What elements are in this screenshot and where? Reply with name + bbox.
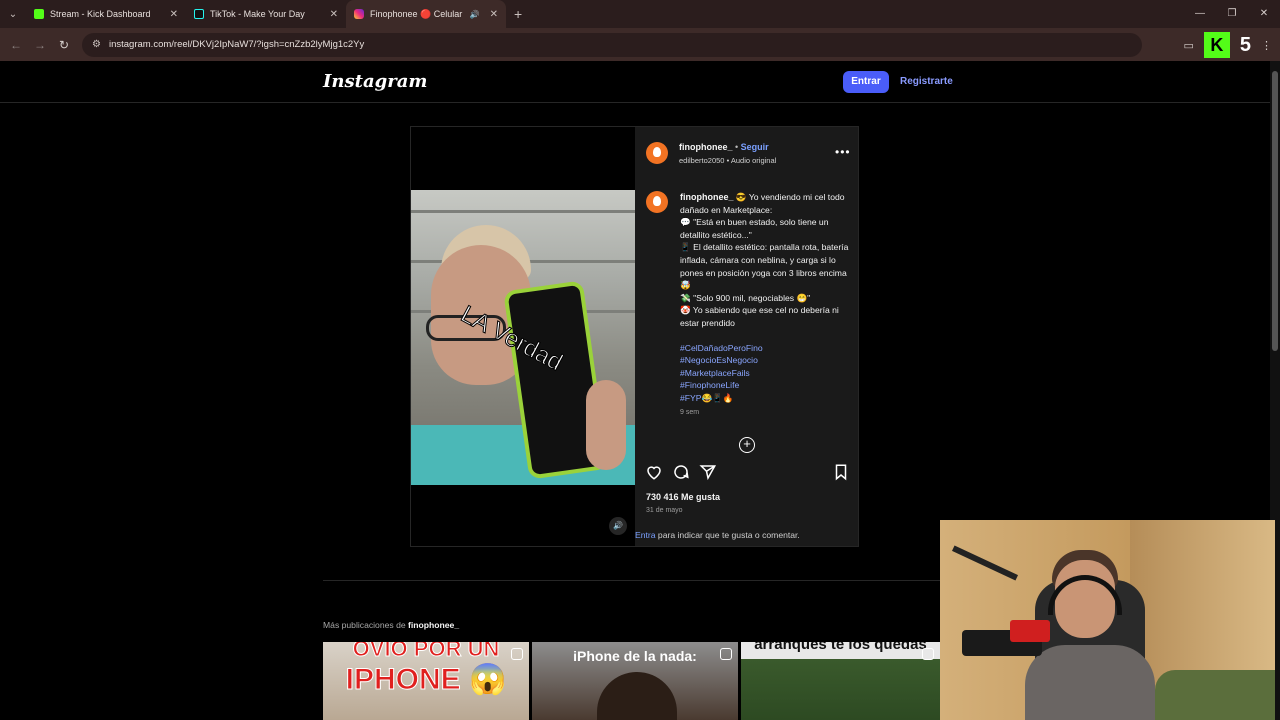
menu-kebab-icon[interactable]: ⋮: [1261, 39, 1272, 52]
more-posts-username[interactable]: finophonee_: [408, 620, 459, 630]
back-arrow-icon[interactable]: ←: [4, 38, 28, 52]
tab-search-chevron-icon[interactable]: ⌄: [0, 0, 26, 28]
reel-icon: [922, 648, 934, 660]
more-options-icon[interactable]: •••: [835, 145, 851, 159]
new-tab-plus-icon[interactable]: +: [514, 6, 522, 22]
instagram-logo[interactable]: Instagram: [323, 71, 427, 92]
reel-video[interactable]: LA Verdad 🔊: [411, 127, 635, 546]
login-hint: Entra para indicar que te gusta o coment…: [635, 530, 858, 540]
webcam-overlay: [940, 520, 1275, 720]
browser-tab-bar: ⌄ Stream - Kick Dashboard ✕ TikTok - Mak…: [0, 0, 1280, 28]
tab-tiktok[interactable]: TikTok - Make Your Day ✕: [186, 0, 346, 28]
bed: [1155, 670, 1275, 720]
extension-counter[interactable]: 5: [1240, 34, 1251, 57]
close-window-icon[interactable]: ✕: [1248, 0, 1280, 28]
avatar[interactable]: [646, 142, 668, 164]
hand: [586, 380, 626, 470]
hashtag-link[interactable]: #FYP😂📱🔥: [680, 392, 850, 405]
minimize-icon[interactable]: —: [1184, 0, 1216, 28]
instagram-header: Instagram Entrar Registrarte: [0, 61, 1270, 103]
caption-line: 💬 "Está en buen estado, solo tiene un de…: [680, 217, 829, 240]
video-frame: LA Verdad: [411, 190, 635, 485]
toolbar-extensions: ▭ K 5 ⋮: [1183, 32, 1272, 58]
thumb-caption: IPHONE 😱: [345, 663, 507, 697]
login-link[interactable]: Entra: [635, 530, 656, 540]
more-posts-label: Más publicaciones de: [323, 620, 409, 630]
hashtag-link[interactable]: #NegocioEsNegocio: [680, 354, 850, 367]
more-posts-heading: Más publicaciones de finophonee_: [323, 620, 459, 630]
kick-favicon-icon: [34, 9, 44, 19]
audio-info: edilberto2050 • Audio original: [679, 156, 777, 165]
mic-filter: [1010, 620, 1050, 642]
audio-user[interactable]: edilberto2050: [679, 156, 724, 165]
heart-icon[interactable]: [645, 463, 663, 481]
caption-line: 📱 El detallito estético: pantalla rota, …: [680, 242, 849, 291]
url-text: instagram.com/reel/DKVj2IpNaW7/?igsh=cnZ…: [108, 39, 365, 50]
tab-instagram[interactable]: Finophonee 🔴 Celular 🔊 ✕: [346, 0, 506, 28]
post-thumbnail[interactable]: arranques te los quedas: [741, 642, 940, 720]
section-divider: [323, 580, 947, 581]
reel-post: LA Verdad 🔊 finophonee_ • Seguir edilber…: [410, 126, 859, 547]
comment-icon[interactable]: [672, 463, 690, 481]
login-hint-text: para indicar que te gusta o comentar.: [655, 530, 800, 540]
address-bar-row: ← → ↻ ⚙ instagram.com/reel/DKVj2IpNaW7/?…: [0, 28, 1280, 61]
hashtag-link[interactable]: #MarketplaceFails: [680, 367, 850, 380]
speaker-icon[interactable]: 🔊: [470, 10, 480, 19]
tab-kick-dashboard[interactable]: Stream - Kick Dashboard ✕: [26, 0, 186, 28]
hashtag-link[interactable]: #FinophoneLife: [680, 379, 850, 392]
forward-arrow-icon[interactable]: →: [28, 38, 52, 52]
post-thumbnail[interactable]: OVIO POR UN IPHONE 😱: [323, 642, 529, 720]
post-age: 9 sem: [680, 409, 700, 416]
thumb-caption-top: OVIO POR UN: [352, 642, 500, 662]
share-icon[interactable]: [699, 463, 717, 481]
caption-line: 🤡 Yo sabiendo que ese cel no debería ni …: [680, 305, 839, 328]
scrollbar-thumb[interactable]: [1272, 71, 1278, 351]
like-count[interactable]: 730 416 Me gusta: [646, 492, 720, 502]
register-link[interactable]: Registrarte: [900, 76, 953, 87]
post-thumbnail[interactable]: iPhone de la nada:: [532, 642, 738, 720]
caption-avatar[interactable]: [646, 191, 668, 213]
restore-icon[interactable]: ❐: [1216, 0, 1248, 28]
close-tab-icon[interactable]: ✕: [170, 9, 178, 20]
instagram-favicon-icon: [354, 9, 364, 19]
hashtag-link[interactable]: #CelDañadoPeroFino: [680, 342, 850, 355]
post-header-user: finophonee_ • Seguir: [679, 142, 769, 152]
thumb-caption: arranques te los quedas: [754, 642, 927, 653]
audio-label[interactable]: Audio original: [731, 156, 776, 165]
tab-title: Stream - Kick Dashboard: [50, 9, 151, 19]
bookmark-icon[interactable]: [832, 463, 850, 481]
url-field[interactable]: ⚙ instagram.com/reel/DKVj2IpNaW7/?igsh=c…: [82, 32, 1142, 57]
streamer-body: [1025, 645, 1155, 720]
post-caption: finophonee_ 😎 Yo vendiendo mi cel todo d…: [680, 191, 850, 405]
site-info-icon[interactable]: ⚙: [92, 39, 101, 50]
tab-title: Finophonee 🔴 Celular: [370, 8, 463, 19]
caption-username[interactable]: finophonee_: [680, 192, 734, 202]
reload-icon[interactable]: ↻: [52, 38, 76, 52]
follow-button[interactable]: Seguir: [741, 142, 769, 152]
caption-line: 💸 "Solo 900 mil, negociables 😁": [680, 292, 811, 303]
add-circle-icon[interactable]: +: [739, 437, 755, 453]
tiktok-favicon-icon: [194, 9, 204, 19]
post-side-panel: finophonee_ • Seguir edilberto2050 • Aud…: [635, 127, 858, 546]
login-button[interactable]: Entrar: [843, 71, 889, 93]
post-actions: [645, 463, 850, 481]
tab-title: TikTok - Make Your Day: [210, 9, 305, 19]
reel-icon: [511, 648, 523, 660]
username-link[interactable]: finophonee_: [679, 142, 733, 152]
post-date: 31 de mayo: [646, 507, 683, 514]
window-controls: — ❐ ✕: [1184, 0, 1280, 28]
close-tab-icon[interactable]: ✕: [490, 9, 498, 20]
cast-icon[interactable]: ▭: [1183, 39, 1193, 52]
volume-icon[interactable]: 🔊: [609, 517, 627, 535]
kick-logo-icon[interactable]: K: [1203, 32, 1230, 58]
hashtag-list: #CelDañadoPeroFino #NegocioEsNegocio #Ma…: [680, 342, 850, 405]
reel-icon: [720, 648, 732, 660]
thumb-caption: iPhone de la nada:: [573, 648, 697, 664]
close-tab-icon[interactable]: ✕: [330, 9, 338, 20]
